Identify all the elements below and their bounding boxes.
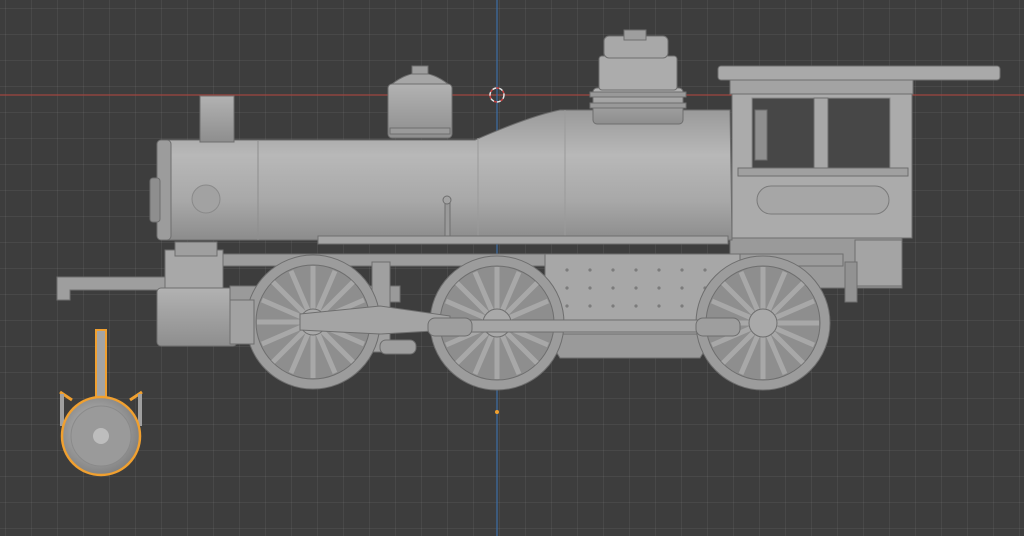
viewport-canvas[interactable] [0, 0, 1024, 536]
3d-viewport[interactable] [0, 0, 1024, 536]
running-board [317, 235, 729, 245]
pilot-beam [56, 276, 171, 301]
smokestack [199, 95, 235, 143]
headlight-disc [191, 184, 221, 214]
origin-point-icon [495, 410, 499, 414]
locomotive-model[interactable] [56, 29, 1001, 391]
steam-dome [589, 29, 687, 125]
headlamp-model[interactable] [59, 329, 143, 477]
side-rod [439, 319, 741, 333]
sand-dome [387, 65, 453, 139]
